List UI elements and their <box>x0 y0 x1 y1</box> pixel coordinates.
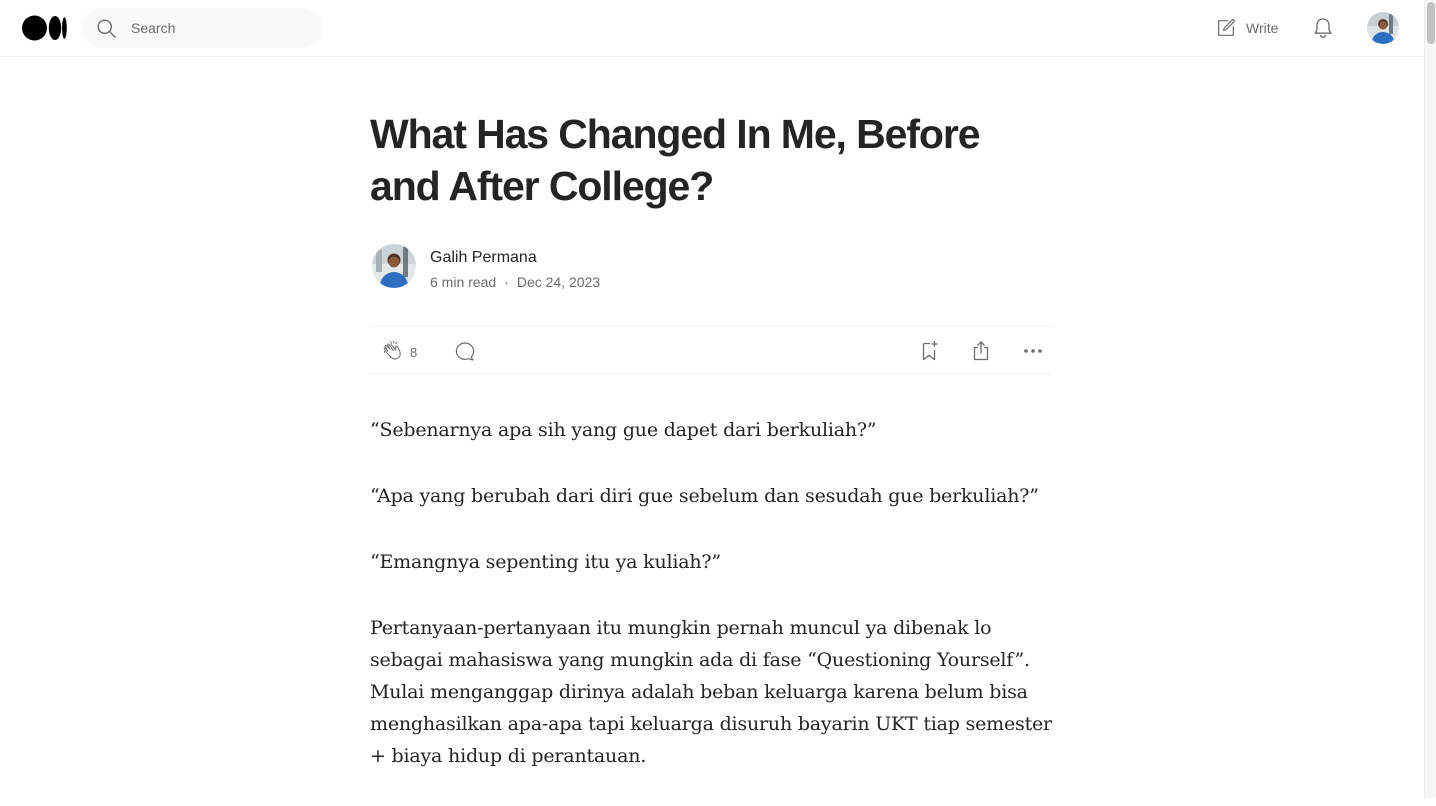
medium-logo-icon[interactable] <box>22 15 67 41</box>
more-icon[interactable] <box>1021 339 1045 363</box>
author-avatar[interactable] <box>372 244 416 288</box>
search-bar[interactable] <box>82 8 322 48</box>
bell-icon[interactable] <box>1311 16 1335 40</box>
article-body: “Sebenarnya apa sih yang gue dapet dari … <box>370 414 1052 806</box>
meta-separator: · <box>504 274 509 290</box>
write-icon <box>1218 18 1236 36</box>
bookmark-add-icon[interactable] <box>917 339 941 363</box>
search-input[interactable] <box>129 8 309 48</box>
article-paragraph: “Sebenarnya apa sih yang gue dapet dari … <box>370 419 877 441</box>
write-label: Write <box>1246 20 1279 36</box>
share-icon[interactable] <box>969 339 993 363</box>
article-action-bar: 8 <box>370 326 1052 374</box>
article-paragraph: “Apa yang berubah dari diri gue sebelum … <box>370 485 1039 507</box>
publish-date: Dec 24, 2023 <box>516 274 601 290</box>
comment-icon[interactable] <box>453 339 477 363</box>
page-scrollbar[interactable] <box>1424 0 1436 798</box>
clap-icon <box>383 340 401 360</box>
clap-button[interactable]: 8 <box>380 340 417 364</box>
write-button[interactable]: Write <box>1215 16 1278 40</box>
article-title: What Has Changed In Me, Before and After… <box>370 111 981 209</box>
scrollbar-thumb[interactable] <box>1427 2 1435 44</box>
read-time: 6 min read <box>430 274 497 290</box>
user-avatar[interactable] <box>1367 12 1399 44</box>
article-paragraph: Pertanyaan-pertanyaan itu mungkin pernah… <box>370 617 1052 767</box>
article-meta: 6 min read · Dec 24, 2023 <box>430 273 600 291</box>
article-paragraph: “Emangnya sepenting itu ya kuliah?” <box>370 551 721 573</box>
author-name[interactable]: Galih Permana <box>430 248 537 268</box>
top-navigation-bar: Write <box>0 0 1424 57</box>
search-icon <box>97 19 116 38</box>
clap-count: 8 <box>410 344 418 360</box>
